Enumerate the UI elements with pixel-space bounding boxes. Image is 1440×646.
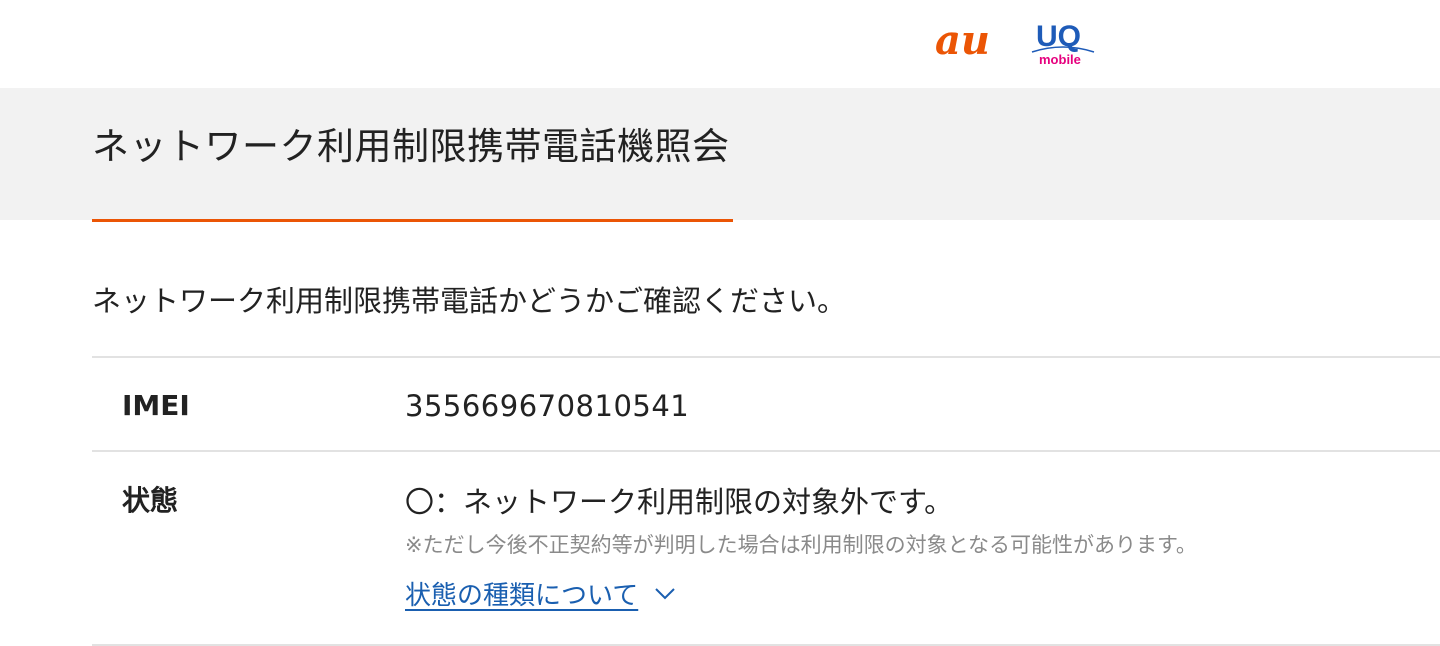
intro-text: ネットワーク利用制限携帯電話かどうかご確認ください。 <box>92 284 847 318</box>
svg-text:au: au <box>935 20 990 64</box>
title-band: ネットワーク利用制限携帯電話機照会 <box>0 88 1440 222</box>
svg-text:mobile: mobile <box>1039 52 1081 67</box>
au-logo[interactable]: au <box>933 20 1013 64</box>
result-table: IMEI 355669670810541 状態 〇：ネットワーク利用制限の対象外… <box>92 356 1440 646</box>
imei-label: IMEI <box>122 389 190 422</box>
status-types-link-label[interactable]: 状態の種類について <box>405 575 638 612</box>
title-underline <box>92 219 733 222</box>
status-types-link[interactable]: 状態の種類について <box>405 575 676 612</box>
imei-value: 355669670810541 <box>405 389 690 423</box>
chevron-down-icon[interactable] <box>654 587 676 601</box>
imei-row: IMEI 355669670810541 <box>92 356 1440 450</box>
uq-mobile-logo[interactable]: UQ mobile <box>1030 18 1096 68</box>
status-row: 状態 〇：ネットワーク利用制限の対象外です。 ※ただし今後不正契約等が判明した場… <box>92 450 1440 646</box>
site-header: au UQ mobile <box>0 0 1440 88</box>
page-title: ネットワーク利用制限携帯電話機照会 <box>92 125 730 168</box>
status-value: 〇：ネットワーク利用制限の対象外です。 <box>405 485 954 519</box>
status-note: ※ただし今後不正契約等が判明した場合は利用制限の対象となる可能性があります。 <box>405 533 1197 557</box>
status-label: 状態 <box>122 484 179 517</box>
